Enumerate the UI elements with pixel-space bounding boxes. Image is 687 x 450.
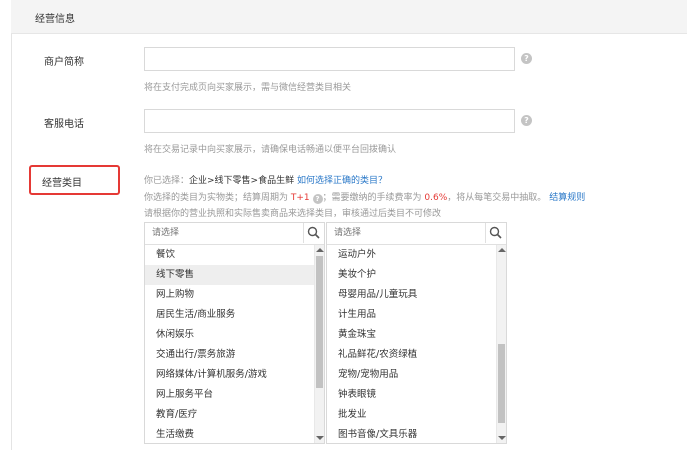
- fee-rate: 0.6%: [424, 193, 448, 203]
- category-list-primary[interactable]: 餐饮线下零售网上购物居民生活/商业服务休闲娱乐交通出行/票务旅游网络媒体/计算机…: [144, 222, 325, 444]
- scroll-up-icon[interactable]: [498, 248, 506, 252]
- category-selected-line: 你已选择：企业>线下零售>食品生鲜 如何选择正确的类目？: [144, 173, 387, 186]
- list-item[interactable]: 黄金珠宝: [327, 325, 496, 345]
- list-item[interactable]: 计生用品: [327, 305, 496, 325]
- list-item[interactable]: 线下零售: [145, 265, 314, 285]
- scroll-down-icon[interactable]: [498, 436, 506, 440]
- scroll-down-icon[interactable]: [316, 436, 324, 440]
- list-item[interactable]: 图书音像/文具乐器: [327, 425, 496, 443]
- merchant-name-label: 商户简称: [44, 57, 84, 68]
- service-phone-label: 客服电话: [44, 119, 84, 130]
- list-item[interactable]: 钟表眼镜: [327, 385, 496, 405]
- category-list-secondary[interactable]: 运动户外美妆个护母婴用品/儿童玩具计生用品黄金珠宝礼品鲜花/农资绿植宠物/宠物用…: [326, 222, 507, 444]
- list-item[interactable]: 网上购物: [145, 285, 314, 305]
- category-search-bar: [327, 223, 506, 245]
- merchant-name-input[interactable]: [144, 47, 515, 71]
- fee-text-a: 你选择的类目为实物类；结算周期为: [144, 193, 289, 203]
- settlement-period: T+1: [290, 193, 310, 203]
- question-circle-icon[interactable]: ?: [521, 115, 532, 126]
- scroll-thumb[interactable]: [498, 344, 505, 424]
- selected-prefix: 你已选择：: [144, 176, 190, 186]
- list-item[interactable]: 母婴用品/儿童玩具: [327, 285, 496, 305]
- search-icon[interactable]: [303, 223, 324, 243]
- list-item[interactable]: 餐饮: [145, 245, 314, 265]
- service-phone-input[interactable]: [144, 109, 515, 133]
- scroll-up-icon[interactable]: [316, 248, 324, 252]
- category-search-input[interactable]: [145, 223, 319, 243]
- list-item[interactable]: 批发业: [327, 405, 496, 425]
- list-item[interactable]: 生活缴费: [145, 425, 314, 443]
- secondary-items: 运动户外 美妆个护 母婴用品/儿童玩具 计生用品 黄金珠宝 礼品鲜花/农资绿植 宠物/宠物用…: [327, 245, 496, 443]
- search-icon[interactable]: [485, 223, 506, 243]
- list-item[interactable]: 宠物/宠物用品: [327, 365, 496, 385]
- list-item[interactable]: 美妆个护: [327, 265, 496, 285]
- service-phone-hint: 将在交易记录中向买家展示，请确保电话畅通以便平台回拨确认: [144, 145, 397, 155]
- category-search-input[interactable]: [327, 223, 501, 243]
- fee-text-c: ，将从每笔交易中抽取。: [447, 193, 547, 203]
- selected-category-value: 企业>线下零售>食品生鲜: [189, 176, 295, 186]
- question-circle-icon[interactable]: ?: [312, 194, 323, 204]
- list-item[interactable]: 网络媒体/计算机服务/游戏: [145, 365, 314, 385]
- list-item[interactable]: 休闲娱乐: [145, 325, 314, 345]
- how-to-choose-link[interactable]: 如何选择正确的类目？: [297, 176, 387, 186]
- list-item[interactable]: 礼品鲜花/农资绿植: [327, 345, 496, 365]
- scroll-thumb[interactable]: [316, 256, 323, 388]
- settlement-rules-link[interactable]: 结算规则: [549, 193, 585, 203]
- list-item[interactable]: 交通出行/票务旅游: [145, 345, 314, 365]
- secondary-scrollbar[interactable]: [496, 245, 506, 443]
- category-search-bar: [145, 223, 324, 245]
- section-header: 经营信息: [11, 0, 687, 34]
- merchant-name-hint: 将在支付完成页向买家展示，需与微信经营类目相关: [144, 83, 352, 93]
- list-item[interactable]: 网上服务平台: [145, 385, 314, 405]
- section-title: 经营信息: [35, 14, 75, 25]
- category-label: 经营类目: [42, 178, 82, 189]
- fee-text-b: ；需要缴纳的手续费率为: [322, 193, 422, 203]
- primary-items: 餐饮 线下零售 网上购物 居民生活/商业服务 休闲娱乐 交通出行/票务旅游 网络媒体/计算机…: [145, 245, 314, 443]
- category-notice-line: 请根据你的营业执照和实际售卖商品来选择类目，审核通过后类目不可修改: [144, 209, 442, 219]
- list-item[interactable]: 教育/医疗: [145, 405, 314, 425]
- list-item[interactable]: 运动户外: [327, 245, 496, 265]
- question-circle-icon[interactable]: ?: [521, 53, 532, 64]
- list-item[interactable]: 居民生活/商业服务: [145, 305, 314, 325]
- primary-scrollbar[interactable]: [314, 245, 324, 443]
- category-fee-line: 你选择的类目为实物类；结算周期为 T+1 ? ；需要缴纳的手续费率为 0.6%，将…: [144, 190, 585, 204]
